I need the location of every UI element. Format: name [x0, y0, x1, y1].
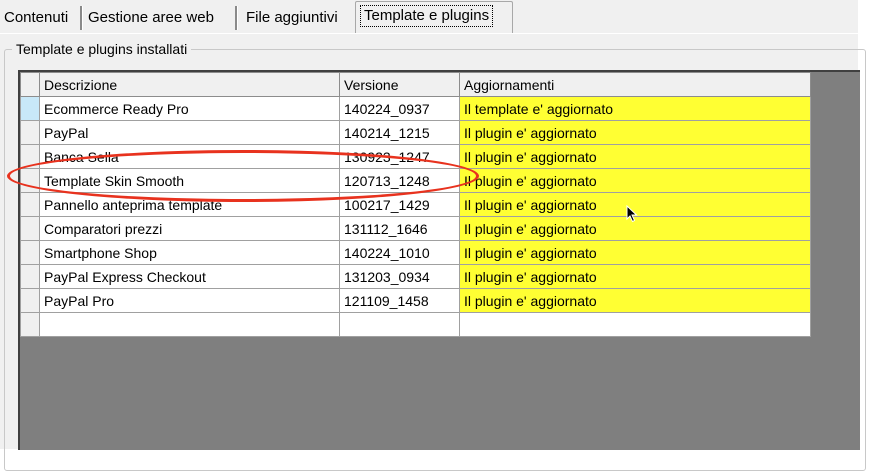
cell-descrizione[interactable]: Smartphone Shop	[39, 240, 340, 265]
cell-versione[interactable]: 100217_1429	[339, 192, 460, 217]
plugins-table: Descrizione Versione Aggiornamenti Ecomm…	[20, 72, 811, 337]
cell-versione[interactable]	[339, 312, 460, 337]
column-header-versione[interactable]: Versione	[339, 72, 460, 97]
tab-separator	[235, 6, 238, 30]
cell-versione[interactable]: 140224_0937	[339, 96, 460, 121]
tab-file-aggiuntivi[interactable]: File aggiuntivi	[242, 4, 342, 32]
table-row[interactable]: Ecommerce Ready Pro 140224_0937 Il templ…	[20, 96, 811, 121]
cell-versione[interactable]: 140224_1010	[339, 240, 460, 265]
cell-descrizione[interactable]: PayPal Pro	[39, 288, 340, 313]
mouse-pointer-icon	[626, 205, 638, 223]
row-indicator[interactable]	[20, 192, 40, 217]
tab-gestione-aree-web[interactable]: Gestione aree web	[84, 4, 218, 32]
cell-versione[interactable]: 131203_0934	[339, 264, 460, 289]
header-indicator	[20, 72, 40, 97]
table-row[interactable]: Banca Sella 130923_1247 Il plugin e' agg…	[20, 144, 811, 169]
table-row-new[interactable]	[20, 312, 811, 337]
column-header-aggiornamenti[interactable]: Aggiornamenti	[459, 72, 811, 97]
cell-descrizione[interactable]: Ecommerce Ready Pro	[39, 96, 340, 121]
group-title: Template e plugins installati	[12, 41, 192, 57]
table-row[interactable]: PayPal Express Checkout 131203_0934 Il p…	[20, 264, 811, 289]
table-row[interactable]: Comparatori prezzi 131112_1646 Il plugin…	[20, 216, 811, 241]
row-indicator[interactable]	[20, 312, 40, 337]
cell-descrizione[interactable]: PayPal	[39, 120, 340, 145]
tab-strip: Contenuti Gestione aree web File aggiunt…	[0, 0, 858, 33]
table-header-row: Descrizione Versione Aggiornamenti	[20, 72, 811, 97]
plugins-grid[interactable]: Descrizione Versione Aggiornamenti Ecomm…	[18, 70, 860, 450]
cell-aggiornamenti[interactable]: Il plugin e' aggiornato	[459, 120, 811, 145]
tab-label: Template e plugins	[360, 5, 494, 27]
cell-versione[interactable]: 130923_1247	[339, 144, 460, 169]
tab-template-e-plugins[interactable]: Template e plugins	[355, 1, 513, 33]
row-indicator[interactable]	[20, 96, 40, 121]
cell-aggiornamenti[interactable]: Il plugin e' aggiornato	[459, 168, 811, 193]
cell-aggiornamenti[interactable]: Il plugin e' aggiornato	[459, 240, 811, 265]
cell-versione[interactable]: 120713_1248	[339, 168, 460, 193]
cell-aggiornamenti[interactable]: Il plugin e' aggiornato	[459, 264, 811, 289]
cell-aggiornamenti[interactable]: Il template e' aggiornato	[459, 96, 811, 121]
column-header-descrizione[interactable]: Descrizione	[39, 72, 340, 97]
table-row[interactable]: PayPal 140214_1215 Il plugin e' aggiorna…	[20, 120, 811, 145]
table-row[interactable]: Pannello anteprima template 100217_1429 …	[20, 192, 811, 217]
cell-versione[interactable]: 140214_1215	[339, 120, 460, 145]
tab-separator	[80, 6, 83, 30]
cell-versione[interactable]: 121109_1458	[339, 288, 460, 313]
cell-descrizione[interactable]: Banca Sella	[39, 144, 340, 169]
cell-descrizione[interactable]: Template Skin Smooth	[39, 168, 340, 193]
cell-aggiornamenti[interactable]	[459, 312, 811, 337]
row-indicator[interactable]	[20, 120, 40, 145]
table-row[interactable]: Smartphone Shop 140224_1010 Il plugin e'…	[20, 240, 811, 265]
row-indicator[interactable]	[20, 240, 40, 265]
cell-descrizione[interactable]: PayPal Express Checkout	[39, 264, 340, 289]
cell-aggiornamenti[interactable]: Il plugin e' aggiornato	[459, 144, 811, 169]
table-row[interactable]: Template Skin Smooth 120713_1248 Il plug…	[20, 168, 811, 193]
cell-aggiornamenti[interactable]: Il plugin e' aggiornato	[459, 288, 811, 313]
row-indicator[interactable]	[20, 144, 40, 169]
cell-descrizione[interactable]: Pannello anteprima template	[39, 192, 340, 217]
row-indicator[interactable]	[20, 168, 40, 193]
table-row[interactable]: PayPal Pro 121109_1458 Il plugin e' aggi…	[20, 288, 811, 313]
cell-descrizione[interactable]: Comparatori prezzi	[39, 216, 340, 241]
row-indicator[interactable]	[20, 288, 40, 313]
row-indicator[interactable]	[20, 216, 40, 241]
tab-contenuti[interactable]: Contenuti	[0, 4, 72, 32]
cell-versione[interactable]: 131112_1646	[339, 216, 460, 241]
cell-descrizione[interactable]	[39, 312, 340, 337]
row-indicator[interactable]	[20, 264, 40, 289]
